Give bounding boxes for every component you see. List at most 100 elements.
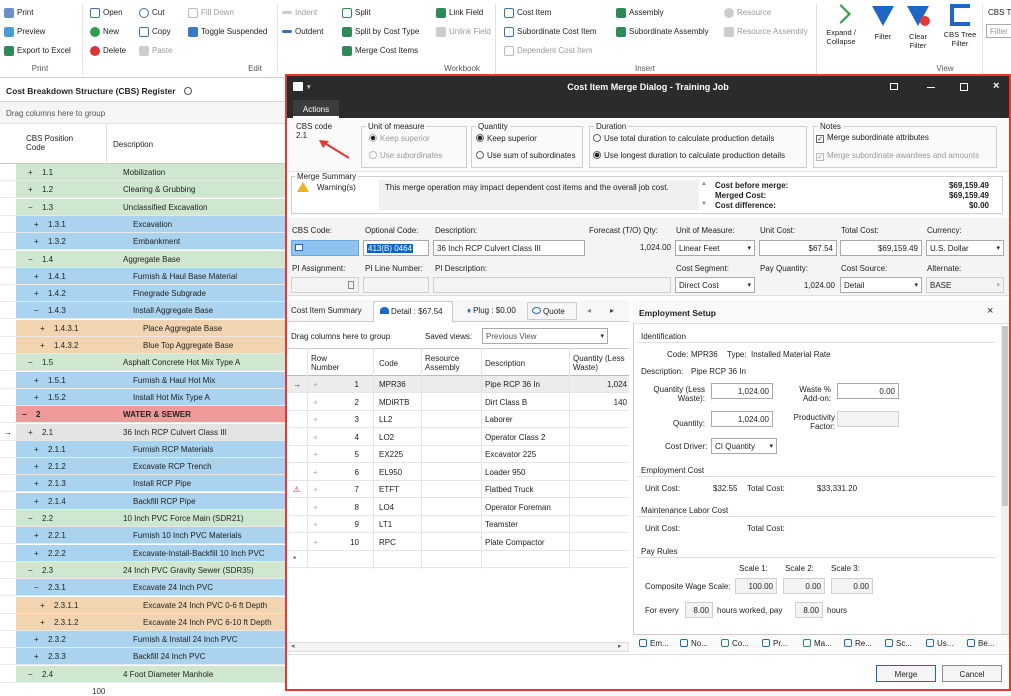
resource-assembly-button[interactable]: Resource Assembly [724,24,808,39]
expand-icon[interactable]: + [34,376,39,385]
col-quantity[interactable]: Quantity (Less Waste) [573,354,625,372]
description-field[interactable]: 36 Inch RCP Culvert Class III [433,240,585,256]
table-row[interactable]: +10 RPC Plate Compactor [287,534,629,551]
outdent-button[interactable]: Outdent [282,24,323,39]
employment-subtab[interactable]: Us... [926,639,953,648]
subordinate-cost-item-button[interactable]: Subordinate Cost Item [504,24,597,39]
expand-icon[interactable]: + [40,341,45,350]
expand-icon[interactable]: + [34,445,39,454]
expand-icon[interactable]: + [34,272,39,281]
table-row[interactable]: +5 EX225 Excavator 225 [287,446,629,463]
merge-cost-items-button[interactable]: Merge Cost Items [342,43,418,58]
pi-line-number-field[interactable] [363,277,429,293]
open-button[interactable]: Open [90,5,123,20]
cost-item-button[interactable]: Cost Item [504,5,551,20]
cost-segment-select[interactable]: Direct Cost ▾ [675,277,755,293]
preview-button[interactable]: Preview [4,24,45,39]
table-row[interactable]: +9 LT1 Teamster [287,516,629,533]
unlink-field-button[interactable]: Unlink Field [436,24,491,39]
dur-longest-radio[interactable]: Use longest duration to calculate produc… [593,151,785,160]
expand-icon[interactable]: + [313,503,318,512]
waste-addon-field[interactable]: 0.00 [837,383,899,399]
filter-input[interactable]: Filter [986,24,1011,38]
cbs-row[interactable]: −2.2 10 Inch PVC Force Main (SDR21) [0,510,287,527]
currency-select[interactable]: U.S. Dollar ▾ [926,240,1004,256]
cbs-row[interactable]: −2 WATER & SEWER [0,406,287,424]
dur-total-radio[interactable]: Use total duration to calculate producti… [593,134,774,143]
expand-icon[interactable]: + [313,468,318,477]
table-row[interactable]: +2 MDIRTB Dirt Class B 140 [287,394,629,411]
cbs-code-field[interactable] [291,240,359,256]
cost-driver-select[interactable]: CI Quantity ▾ [711,438,777,454]
cancel-button[interactable]: Cancel [942,665,1002,682]
subordinate-assembly-button[interactable]: Subordinate Assembly [616,24,709,39]
cbs-row[interactable]: +1.4.3.2 Blue Top Aggregate Base [0,337,287,354]
uom-select[interactable]: Linear Feet ▾ [675,240,755,256]
cbs-row[interactable]: +1.1 Mobilization [0,164,287,181]
table-row[interactable]: +8 LO4 Operator Foreman [287,499,629,516]
group-drop-area[interactable]: Drag columns here to group [0,102,287,124]
cbs-row[interactable]: −1.5 Asphalt Concrete Hot Mix Type A [0,354,287,372]
scroll-down-icon[interactable]: ▼ [701,201,707,207]
collapse-icon[interactable]: − [28,358,33,367]
cbs-row[interactable]: +1.5.2 Install Hot Mix Type A [0,388,287,406]
cut-button[interactable]: Cut [139,5,164,20]
cbs-row[interactable]: +2.1.1 Furnish RCP Materials [0,440,287,458]
table-row[interactable]: +3 LL2 Laborer [287,411,629,428]
maximize-icon[interactable] [960,83,968,91]
print-button[interactable]: Print [4,5,33,20]
qty-keep-superior-radio[interactable]: Keep superior [476,134,537,143]
expand-icon[interactable]: + [34,393,39,402]
tab-scroll-left-icon[interactable]: ◂ [587,306,591,315]
scale-3-field[interactable]: 0.00 [831,578,873,594]
expand-icon[interactable]: + [40,601,45,610]
table-row[interactable]: +4 LO2 Operator Class 2 [287,429,629,446]
expand-icon[interactable]: + [313,538,318,547]
quantity-field[interactable]: 1,024.00 [711,411,773,427]
expand-icon[interactable]: + [34,289,39,298]
employment-subtab[interactable]: Pr... [762,639,787,648]
expand-icon[interactable]: + [34,549,39,558]
filter-button[interactable]: Filter [868,4,898,41]
expand-icon[interactable]: + [28,428,33,437]
cbs-row[interactable]: +1.4.3.1 Place Aggregate Base [0,319,287,337]
cbs-row[interactable]: +1.3.2 Embankment [0,233,287,251]
cbs-row[interactable]: −2.4 4 Foot Diameter Manhole [0,665,287,683]
qty-use-sum-radio[interactable]: Use sum of subordinates [476,151,576,160]
expand-icon[interactable]: + [34,220,39,229]
collapse-icon[interactable]: − [28,203,33,212]
collapse-icon[interactable]: − [28,514,33,523]
paste-button[interactable]: Paste [139,43,172,58]
cbs-row[interactable]: −1.3 Unclassified Excavation [0,198,287,216]
pi-assignment-field[interactable] [291,277,359,293]
cbs-row[interactable]: +2.1.4 Backfill RCP Pipe [0,492,287,510]
cbs-row[interactable]: +1.3.1 Excavation [0,215,287,233]
employment-subtab[interactable]: Co... [721,639,749,648]
col-description[interactable]: Description [113,140,153,149]
expand-icon[interactable]: + [313,433,318,442]
expand-icon[interactable]: + [34,497,39,506]
scale-2-field[interactable]: 0.00 [783,578,825,594]
table-row[interactable]: ⚠ +7 ETFT Flatbed Truck [287,481,629,498]
expand-icon[interactable]: + [313,450,318,459]
close-tab-icon[interactable] [183,87,192,95]
scroll-thumb[interactable] [1002,326,1008,506]
employment-subtab[interactable]: Ma... [803,639,832,648]
col-resource-assembly[interactable]: Resource Assembly [425,354,465,372]
new-row[interactable]: * [287,551,629,568]
cbs-row[interactable]: −2.3 24 Inch PVC Gravity Sewer (SDR35) [0,561,287,579]
employment-subtab[interactable]: No... [680,639,708,648]
qty-less-waste-field[interactable]: 1,024.00 [711,383,773,399]
scale-1-field[interactable]: 100.00 [735,578,777,594]
scroll-left-icon[interactable]: ◂ [291,642,295,650]
expand-icon[interactable]: + [34,652,39,661]
tab-plug[interactable]: ♦ Plug : $0.00 [467,306,516,315]
tab-scroll-right-icon[interactable]: ▸ [610,306,614,315]
tab-cost-item-summary[interactable]: Cost Item Summary [291,306,362,315]
table-row[interactable]: +6 EL950 Loader 950 [287,464,629,481]
total-cost-field[interactable]: $69,159.49 [840,240,922,256]
cbs-tree-filter-button[interactable]: CBS Tree Filter [940,4,980,48]
cbs-row[interactable]: −1.4 Aggregate Base [0,250,287,268]
cbs-row[interactable]: → +2.1 36 Inch RCP Culvert Class III [0,423,287,441]
dependent-cost-item-button[interactable]: Dependent Cost Item [504,43,593,58]
